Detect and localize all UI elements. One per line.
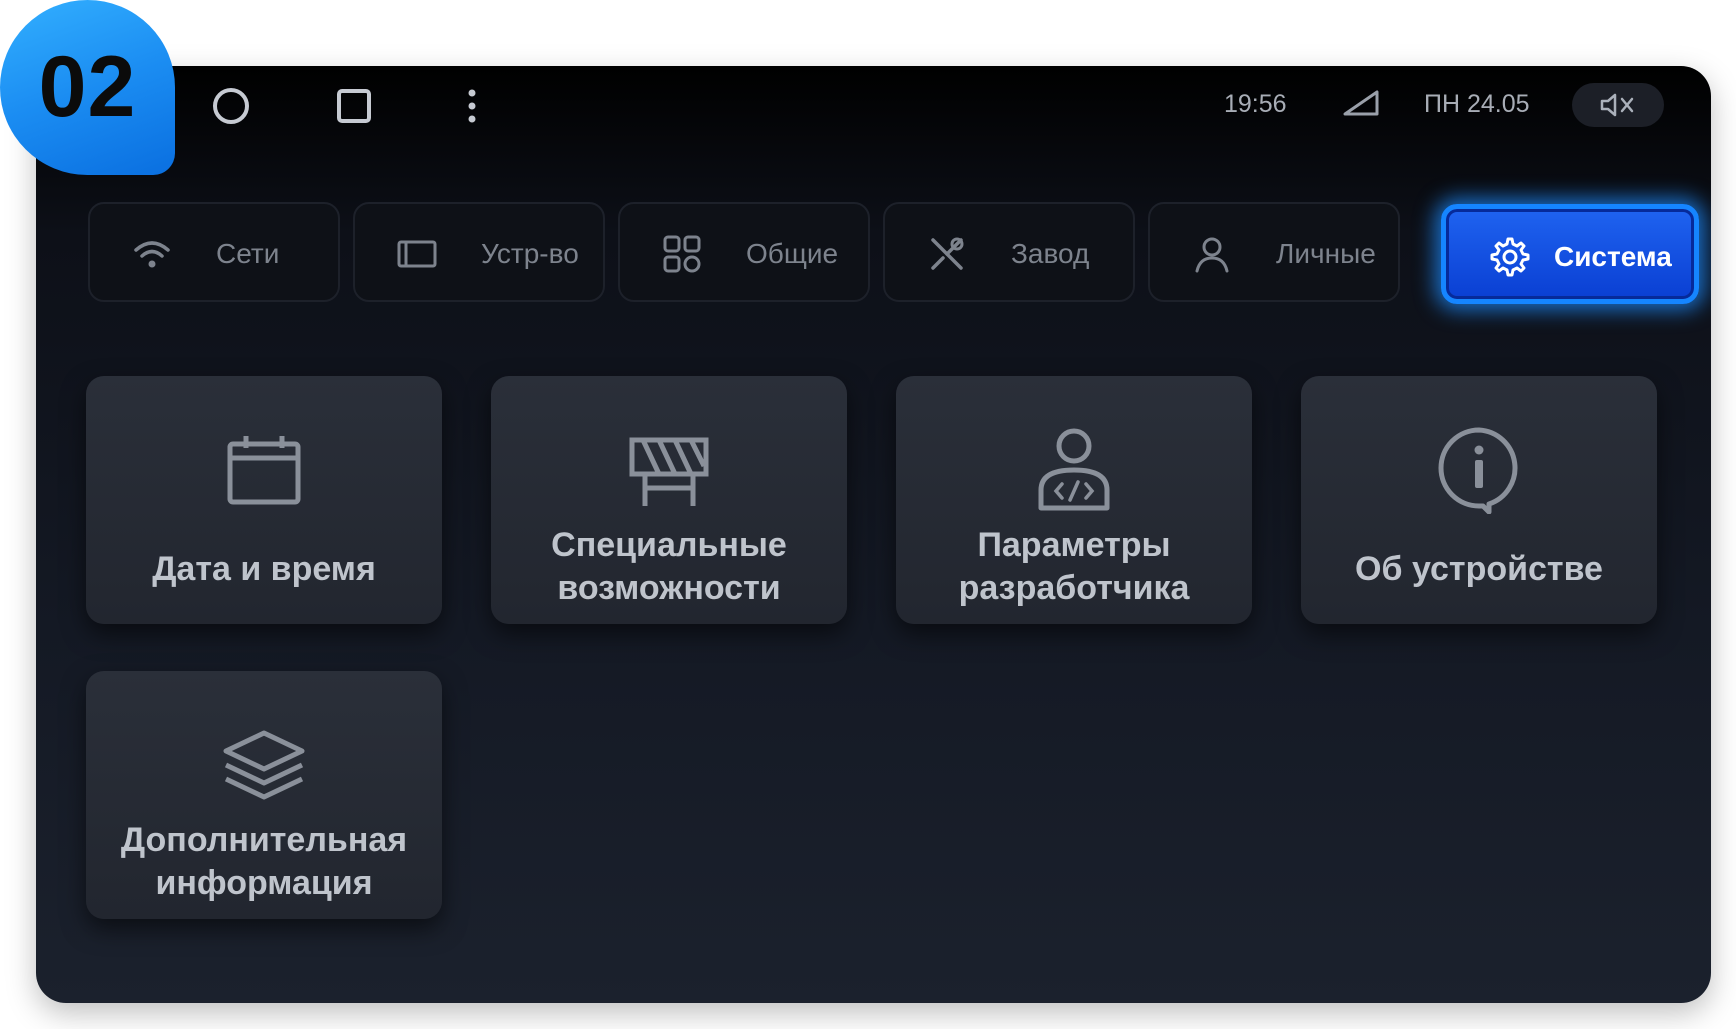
calendar-icon — [227, 436, 301, 505]
tab-label: Завод — [1011, 238, 1090, 269]
volume-muted-icon — [1600, 93, 1634, 117]
tile-label: Дата и время — [152, 550, 376, 588]
tab-general[interactable]: Общие — [618, 202, 870, 302]
signal-icon — [1341, 88, 1381, 118]
tile-label: Дополнительная информация — [120, 821, 408, 902]
tile-about-device[interactable]: Об устройстве — [1301, 376, 1657, 624]
clock-time: 19:56 — [1224, 90, 1287, 118]
wifi-icon — [134, 241, 170, 268]
tab-label: Система — [1554, 241, 1672, 272]
user-icon — [1195, 237, 1229, 273]
head-unit-screen: 19:56 ПН 24.05 Сети Устр-во Общие Завод … — [36, 66, 1711, 1003]
step-number-badge: 02 — [0, 0, 175, 175]
tile-developer-options[interactable]: Параметры разработчика — [896, 376, 1252, 624]
home-circle-icon[interactable] — [211, 86, 251, 126]
date-label: ПН 24.05 — [1424, 90, 1530, 118]
tab-label: Личные — [1276, 238, 1376, 269]
tab-label: Устр-во — [481, 238, 579, 269]
tools-icon — [931, 237, 964, 270]
tile-label: Специальные возможности — [551, 526, 787, 607]
info-icon — [1438, 427, 1518, 514]
tab-label: Сети — [216, 238, 280, 269]
status-bar: 19:56 ПН 24.05 — [36, 66, 1711, 146]
tab-factory[interactable]: Завод — [883, 202, 1135, 302]
step-number: 02 — [38, 39, 137, 135]
tab-label: Общие — [746, 238, 839, 269]
barrier-icon — [629, 437, 709, 506]
gear-icon — [1490, 237, 1530, 277]
tab-personal[interactable]: Личные — [1148, 202, 1400, 302]
developer-icon — [1038, 428, 1110, 511]
tab-device[interactable]: Устр-во — [353, 202, 605, 302]
volume-button[interactable] — [1572, 83, 1664, 127]
tile-label: Об устройстве — [1355, 550, 1603, 588]
tab-networks[interactable]: Сети — [88, 202, 340, 302]
settings-tab-bar: Сети Устр-во Общие Завод Личные Система — [88, 202, 1699, 304]
tile-date-time[interactable]: Дата и время — [86, 376, 442, 624]
more-vertical-icon[interactable] — [452, 86, 492, 126]
grid-icon — [663, 235, 701, 273]
tab-system[interactable]: Система — [1441, 204, 1699, 304]
layers-icon — [223, 730, 305, 800]
screen-icon — [397, 240, 437, 268]
tile-label: Параметры разработчика — [958, 526, 1190, 607]
tile-accessibility[interactable]: Специальные возможности — [491, 376, 847, 624]
tile-additional-info[interactable]: Дополнительная информация — [86, 671, 442, 919]
recent-apps-square-icon[interactable] — [334, 86, 374, 126]
